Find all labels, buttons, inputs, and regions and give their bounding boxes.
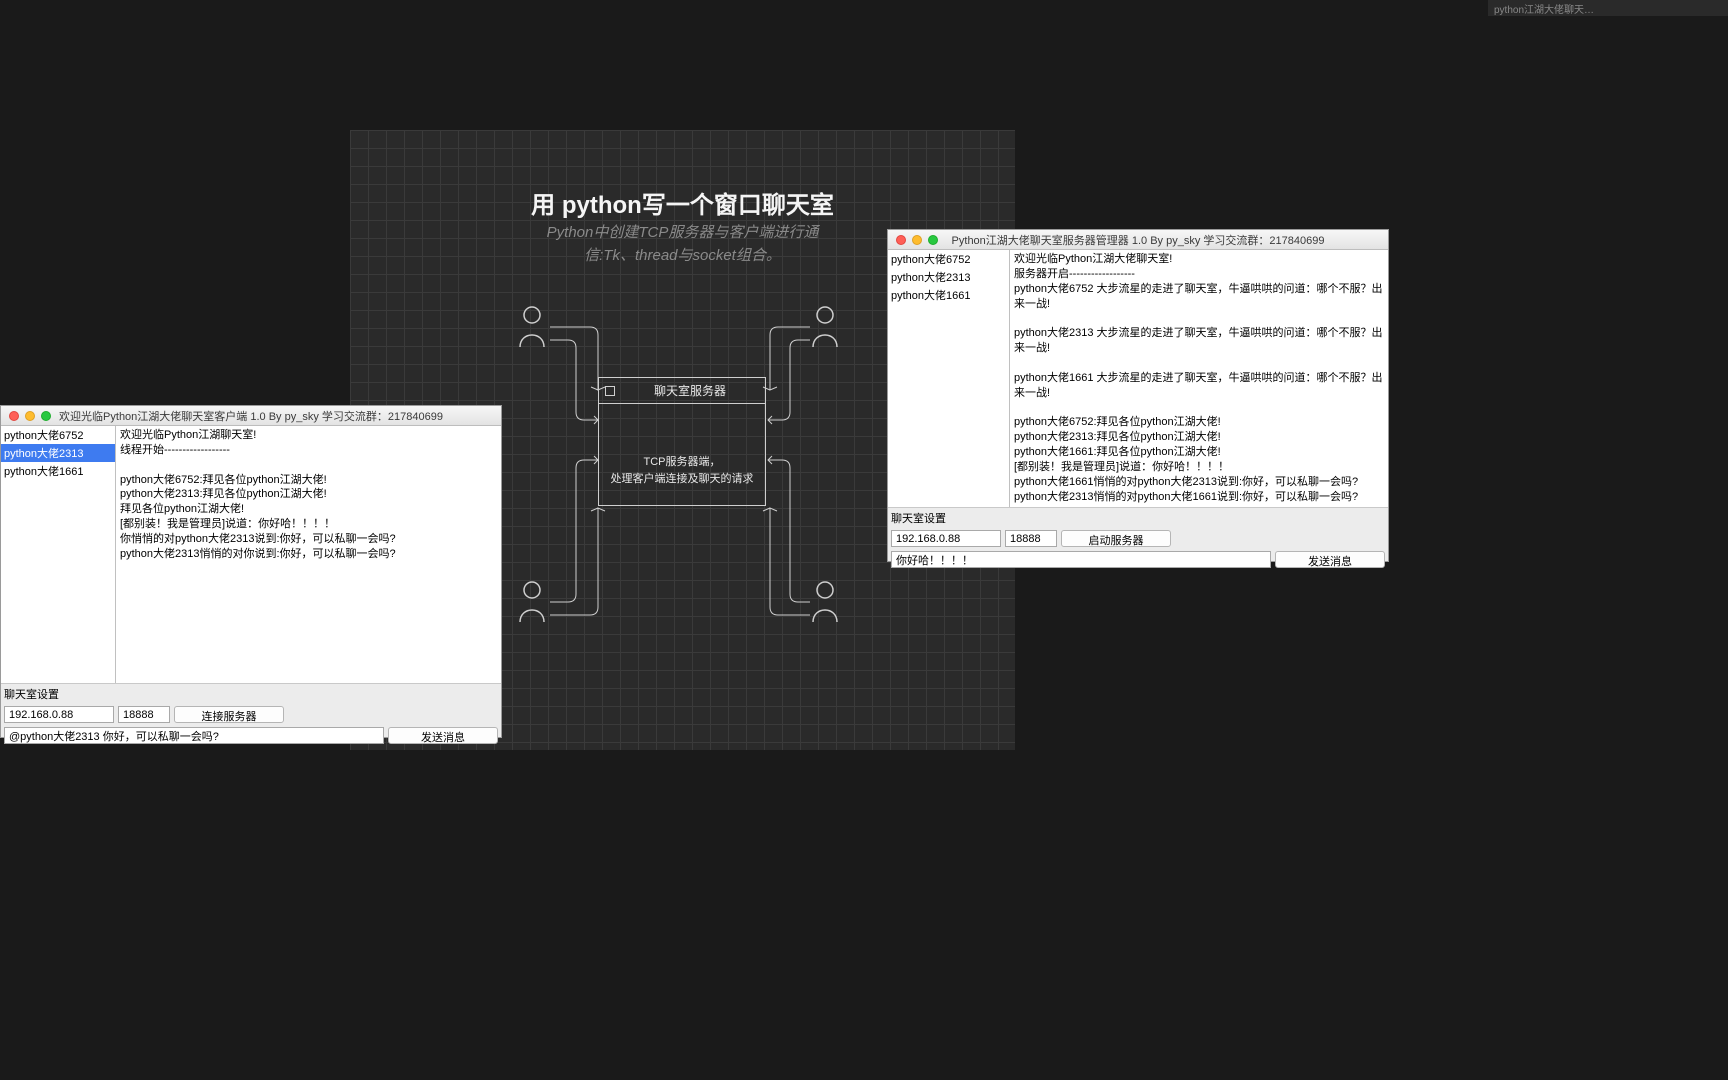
server-window: Python江湖大佬聊天室服务器管理器 1.0 By py_sky 学习交流群：… [887,229,1389,562]
client-chat-log[interactable]: 欢迎光临Python江湖聊天室! 线程开始------------------ … [116,426,501,683]
client-user-list[interactable]: python大佬6752python大佬2313python大佬1661 [1,426,116,683]
window-control-icon [605,386,615,396]
list-item[interactable]: python大佬6752 [888,250,1009,268]
server-message-input[interactable] [891,551,1271,568]
list-item[interactable]: python大佬6752 [1,426,115,444]
server-user-list[interactable]: python大佬6752python大佬2313python大佬1661 [888,250,1010,507]
start-server-button[interactable]: 启动服务器 [1061,530,1171,547]
server-box-title: 聊天室服务器 [621,382,759,399]
server-ip-input[interactable] [891,530,1001,547]
person-icon [810,580,840,622]
person-icon [517,305,547,347]
person-icon [810,305,840,347]
server-window-title: Python江湖大佬聊天室服务器管理器 1.0 By py_sky 学习交流群：… [888,232,1388,248]
client-message-input[interactable] [4,727,384,744]
minimize-icon[interactable] [912,235,922,245]
server-send-button[interactable]: 发送消息 [1275,551,1385,568]
client-window-title: 欢迎光临Python江湖大佬聊天室客户端 1.0 By py_sky 学习交流群… [1,408,501,424]
minimize-icon[interactable] [25,411,35,421]
server-titlebar[interactable]: Python江湖大佬聊天室服务器管理器 1.0 By py_sky 学习交流群：… [888,230,1388,250]
diagram-subtitle-line1: Python中创建TCP服务器与客户端进行通 [547,224,819,241]
client-window: 欢迎光临Python江湖大佬聊天室客户端 1.0 By py_sky 学习交流群… [0,405,502,738]
close-icon[interactable] [896,235,906,245]
list-item[interactable]: python大佬1661 [1,462,115,480]
client-titlebar[interactable]: 欢迎光临Python江湖大佬聊天室客户端 1.0 By py_sky 学习交流群… [1,406,501,426]
server-settings-label: 聊天室设置 [888,507,1388,528]
server-diagram-box: 聊天室服务器 TCP服务器端， 处理客户端连接及聊天的请求 [598,377,766,506]
server-chat-log[interactable]: 欢迎光临Python江湖大佬聊天室! 服务器开启----------------… [1010,250,1388,507]
client-settings-label: 聊天室设置 [1,683,501,704]
client-send-button[interactable]: 发送消息 [388,727,498,744]
connect-server-button[interactable]: 连接服务器 [174,706,284,723]
list-item[interactable]: python大佬2313 [888,268,1009,286]
person-icon [517,580,547,622]
diagram-subtitle-line2: 信:Tk、thread与socket组合。 [584,247,781,264]
client-port-input[interactable] [118,706,170,723]
top-tab-hint: python江湖大佬聊天… [1488,0,1728,16]
zoom-icon[interactable] [928,235,938,245]
server-box-body-line2: 处理客户端连接及聊天的请求 [611,473,754,485]
zoom-icon[interactable] [41,411,51,421]
list-item[interactable]: python大佬2313 [1,444,115,462]
diagram-title: 用 python写一个窗口聊天室 [350,185,1015,220]
server-port-input[interactable] [1005,530,1057,547]
client-ip-input[interactable] [4,706,114,723]
server-box-body-line1: TCP服务器端， [644,456,721,468]
list-item[interactable]: python大佬1661 [888,286,1009,304]
close-icon[interactable] [9,411,19,421]
